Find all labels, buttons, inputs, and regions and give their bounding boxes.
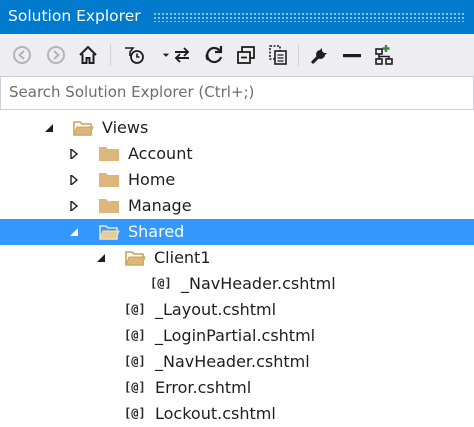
razor-file-icon: [@] — [124, 406, 146, 420]
show-all-files-button[interactable] — [264, 41, 292, 69]
tree-item-file[interactable]: [@] _NavHeader.cshtml — [0, 271, 474, 297]
tree-item-label: Manage — [128, 196, 192, 215]
class-view-icon — [375, 45, 393, 65]
folder-icon — [98, 170, 120, 190]
razor-file-icon: [@] — [150, 276, 172, 290]
collapsed-arrow-icon[interactable] — [67, 167, 81, 193]
tree-item-label: Account — [128, 144, 193, 163]
properties-icon — [311, 48, 327, 64]
tree-item-label: _LoginPartial.cshtml — [155, 326, 316, 345]
collapsed-arrow-icon[interactable] — [67, 141, 81, 167]
home-button[interactable] — [74, 41, 102, 69]
back-button[interactable] — [8, 41, 36, 69]
sync-with-active-document-button[interactable] — [168, 41, 196, 69]
tree-item-file[interactable]: [@] _Layout.cshtml — [0, 297, 474, 323]
tree-item-account[interactable]: Account — [0, 141, 474, 167]
razor-file-icon: [@] — [124, 328, 146, 342]
tree-item-home[interactable]: Home — [0, 167, 474, 193]
tree-item-label: Client1 — [154, 248, 211, 267]
tree-item-label: Views — [102, 118, 149, 137]
show-all-files-icon — [269, 45, 287, 65]
tree-item-label: _Layout.cshtml — [155, 300, 277, 319]
title-bar-grip[interactable] — [153, 12, 466, 22]
folder-open-icon — [124, 248, 146, 268]
folder-open-icon — [98, 222, 120, 242]
search-input[interactable] — [1, 77, 449, 107]
search-box — [0, 76, 474, 110]
razor-file-icon: [@] — [124, 354, 146, 368]
minus-button[interactable] — [338, 41, 366, 69]
pending-changes-filter-button[interactable] — [120, 41, 148, 69]
forward-button[interactable] — [42, 41, 70, 69]
tree-item-file[interactable]: [@] Lockout.cshtml — [0, 401, 474, 427]
collapsed-arrow-icon[interactable] — [67, 193, 81, 219]
refresh-button[interactable] — [200, 41, 228, 69]
folder-icon — [98, 196, 120, 216]
toolbar-separator — [110, 44, 111, 66]
minus-icon — [343, 54, 361, 58]
expanded-arrow-icon[interactable] — [42, 115, 56, 141]
tree-item-label: Shared — [128, 222, 185, 241]
tree-item-file[interactable]: [@] _NavHeader.cshtml — [0, 349, 474, 375]
tree-item-shared[interactable]: Shared — [0, 219, 474, 245]
tree-item-file[interactable]: [@] _LoginPartial.cshtml — [0, 323, 474, 349]
expanded-arrow-icon[interactable] — [67, 219, 81, 245]
class-view-button[interactable] — [370, 41, 398, 69]
expanded-arrow-icon[interactable] — [94, 245, 108, 271]
tree-item-views[interactable]: Views — [0, 115, 474, 141]
home-icon — [79, 45, 97, 64]
properties-button[interactable] — [306, 41, 334, 69]
folder-open-icon — [72, 118, 94, 138]
toolbar — [0, 34, 474, 76]
tree-item-file[interactable]: [@] Error.cshtml — [0, 375, 474, 401]
solution-tree: Views Account Home Manage Shared Client1… — [0, 115, 474, 426]
tree-item-label: Error.cshtml — [155, 378, 252, 397]
razor-file-icon: [@] — [124, 380, 146, 394]
tree-item-label: Home — [128, 170, 176, 189]
refresh-icon — [205, 46, 223, 64]
razor-file-icon: [@] — [124, 302, 146, 316]
tree-item-label: _NavHeader.cshtml — [155, 352, 310, 371]
title-bar: Solution Explorer — [0, 0, 474, 34]
tree-item-label: _NavHeader.cshtml — [181, 274, 336, 293]
back-icon — [13, 46, 31, 64]
pending-changes-filter-icon — [125, 47, 144, 64]
sync-with-active-document-icon — [174, 47, 190, 63]
window-title: Solution Explorer — [8, 7, 141, 25]
forward-icon — [47, 46, 65, 64]
collapse-all-icon — [237, 46, 255, 64]
folder-icon — [98, 144, 120, 164]
tree-item-manage[interactable]: Manage — [0, 193, 474, 219]
tree-item-client1[interactable]: Client1 — [0, 245, 474, 271]
tree-item-label: Lockout.cshtml — [155, 404, 276, 423]
collapse-all-button[interactable] — [232, 41, 260, 69]
toolbar-separator — [298, 44, 299, 66]
